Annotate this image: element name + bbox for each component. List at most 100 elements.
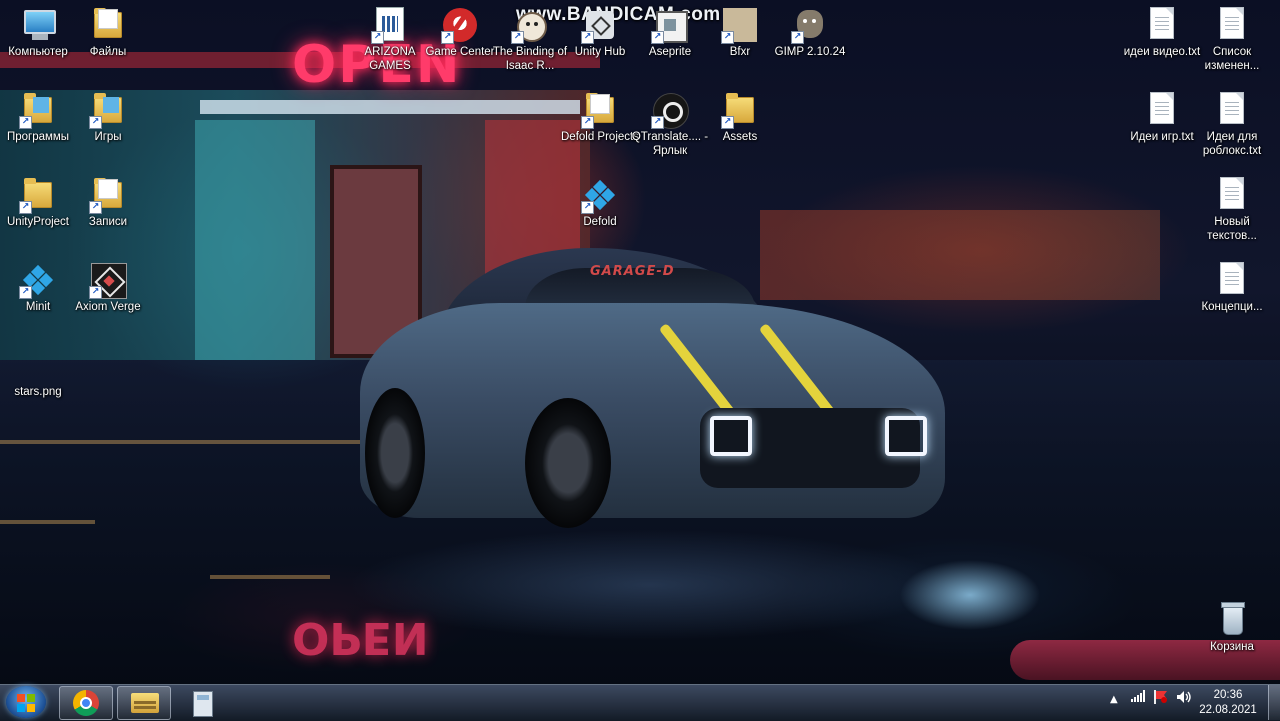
desktop-icon-game-ideas[interactable]: Идеи игр.txt [1122, 93, 1202, 144]
shortcut-arrow-icon: ↗ [89, 286, 102, 299]
shortcut-arrow-icon: ↗ [371, 31, 384, 44]
windows-logo-quadrant [17, 704, 25, 712]
windows-logo-quadrant [27, 694, 35, 702]
signal-icon-glyph [1131, 690, 1145, 702]
desktop-icon-label: Unity Hub [574, 46, 626, 58]
desktop-icon-change-list[interactable]: Список изменен... [1192, 8, 1272, 73]
desktop-icon-defold-projects[interactable]: ↗ Defold Projects [560, 93, 640, 144]
action-center-flag-icon[interactable] [1153, 690, 1169, 707]
wallpaper-teal-panel [195, 120, 315, 360]
shortcut-arrow-icon: ↗ [721, 31, 734, 44]
clock-date: 22.08.2021 [1199, 704, 1257, 716]
desktop-icon-binding-of-isaac[interactable]: ↗ The Binding of Isaac R... [490, 8, 570, 73]
desktop-icon-recycle-bin[interactable]: Корзина [1192, 602, 1272, 654]
wallpaper-car: GARAGE-D [360, 248, 950, 533]
shortcut-arrow-icon: ↗ [89, 116, 102, 129]
desktop-icon-label: Корзина [1210, 641, 1254, 653]
desktop-icon-label: Новый текстов... [1207, 216, 1257, 242]
desktop-icon-new-text[interactable]: Новый текстов... [1192, 178, 1272, 243]
desktop-icon-gimp[interactable]: ↗ GIMP 2.10.24 [770, 8, 850, 59]
chrome-icon [73, 690, 99, 716]
desktop-icon-games[interactable]: ↗ Игры [68, 93, 148, 144]
desktop-icon-label: Список изменен... [1204, 46, 1260, 72]
signal-icon[interactable] [1131, 690, 1145, 705]
desktop-icon-computer[interactable]: Компьютер [0, 8, 78, 59]
desktop-icon-video-ideas[interactable]: идеи видео.txt [1122, 8, 1202, 59]
desktop-icon-aseprite[interactable]: ↗ Aseprite [630, 8, 710, 59]
show-hidden-icons-button[interactable]: ▲ [1110, 694, 1118, 705]
desktop-icon-label: stars.png [14, 386, 62, 398]
text-file-icon [1221, 178, 1243, 208]
taskbar-chrome-button[interactable] [59, 686, 113, 720]
shortcut-arrow-icon: ↗ [581, 201, 594, 214]
desktop-icon-label: Axiom Verge [75, 301, 141, 313]
calculator-icon [193, 691, 213, 717]
car-headlight [885, 416, 927, 456]
desktop-icon-label: Программы [6, 131, 70, 143]
folder-icon [94, 8, 122, 38]
car-wheel [365, 388, 425, 518]
desktop-icon-stars-png[interactable]: stars.png [0, 348, 78, 399]
text-file-icon [1151, 8, 1173, 38]
windows-logo-quadrant [27, 704, 35, 712]
shortcut-arrow-icon: ↗ [651, 31, 664, 44]
desktop-icon-concept[interactable]: Концепци... [1192, 263, 1272, 314]
shortcut-arrow-icon: ↗ [721, 116, 734, 129]
desktop-icon-label: Идеи для роблокс.txt [1202, 131, 1262, 157]
desktop-icon-roblox-ideas[interactable]: Идеи для роблокс.txt [1192, 93, 1272, 158]
floor-marking [210, 575, 330, 579]
text-file-icon [1221, 93, 1243, 123]
shortcut-arrow-icon: ↗ [441, 31, 454, 44]
desktop-icon-defold[interactable]: ↗ Defold [560, 178, 640, 229]
desktop-icon-programs[interactable]: ↗ Программы [0, 93, 78, 144]
shortcut-arrow-icon: ↗ [581, 116, 594, 129]
shortcut-arrow-icon: ↗ [19, 116, 32, 129]
desktop-icon-label: Defold Projects [561, 131, 639, 143]
desktop-icon-label: Game Center [425, 46, 495, 58]
wallpaper-roofline [200, 100, 580, 114]
car-headlight [710, 416, 752, 456]
image-file-icon [21, 348, 55, 382]
desktop-icon-files[interactable]: Файлы [68, 8, 148, 59]
taskbar-explorer-button[interactable] [117, 686, 171, 720]
desktop-icon-label: Концепци... [1201, 301, 1263, 313]
show-desktop-button[interactable] [1268, 685, 1280, 720]
shortcut-arrow-icon: ↗ [791, 31, 804, 44]
desktop-icon-label: Игры [94, 131, 122, 143]
desktop-icon-game-center[interactable]: ↗ Game Center [420, 8, 500, 59]
recycle-bin-icon [1221, 602, 1245, 635]
car-windshield-text: GARAGE-D [590, 264, 675, 279]
shortcut-arrow-icon: ↗ [581, 31, 594, 44]
shortcut-arrow-icon: ↗ [89, 201, 102, 214]
car-reflection [350, 530, 950, 640]
desktop-icon-bfxr[interactable]: ↗ Bfxr [700, 8, 780, 59]
computer-icon [24, 10, 56, 40]
text-file-icon [1151, 93, 1173, 123]
volume-icon[interactable] [1176, 690, 1192, 707]
car-wheel [525, 398, 611, 528]
desktop-icon-recordings[interactable]: ↗ Записи [68, 178, 148, 229]
desktop-icon-label: Компьютер [8, 46, 68, 58]
taskbar-clock[interactable]: 20:36 22.08.2021 [1196, 688, 1260, 718]
shortcut-arrow-icon: ↗ [511, 31, 524, 44]
shortcut-arrow-icon: ↗ [19, 286, 32, 299]
desktop-icon-minit[interactable]: ↗ Minit [0, 263, 78, 314]
desktop-icon-label: Записи [88, 216, 128, 228]
explorer-icon [131, 693, 159, 713]
desktop-icon-label: Aseprite [648, 46, 692, 58]
flag-icon-glyph [1154, 690, 1167, 704]
desktop-icon-unity-project[interactable]: ↗ UnityProject [0, 178, 78, 229]
desktop-icon-arizona-games[interactable]: ↗ ARIZONA GAMES [350, 8, 430, 73]
taskbar-calculator-button[interactable] [175, 686, 229, 720]
desktop-icon-label: Assets [722, 131, 758, 143]
desktop-icon-label: GIMP 2.10.24 [774, 46, 846, 58]
windows-logo-icon [17, 694, 25, 702]
desktop-icon-unity-hub[interactable]: ↗ Unity Hub [560, 8, 640, 59]
desktop-icon-label: Bfxr [729, 46, 751, 58]
desktop-icon-axiom-verge[interactable]: ↗ Axiom Verge [68, 263, 148, 314]
start-button[interactable] [6, 686, 46, 718]
desktop-icon-assets[interactable]: ↗ Assets [700, 93, 780, 144]
clock-time: 20:36 [1213, 689, 1243, 701]
desktop-icon-label: ARIZONA GAMES [364, 46, 416, 72]
desktop-icon-qtranslate[interactable]: ↗ QTranslate.... - Ярлык [630, 93, 710, 158]
